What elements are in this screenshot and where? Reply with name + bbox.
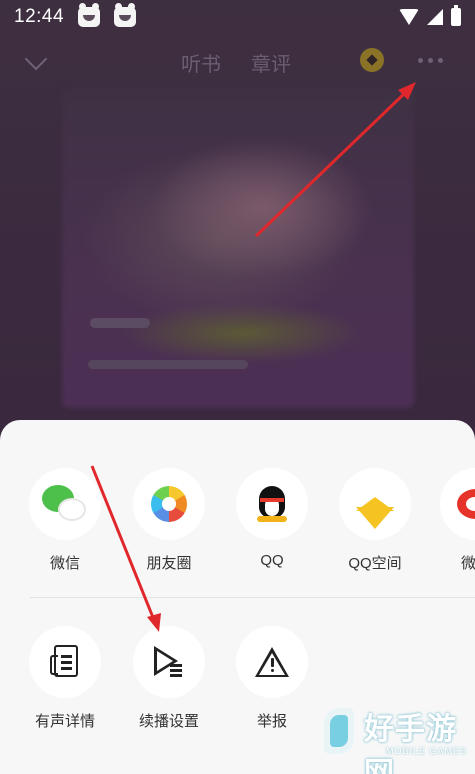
- tab-chapter-review[interactable]: 章评: [251, 48, 291, 77]
- share-qq[interactable]: QQ: [227, 468, 317, 569]
- share-weibo-circle[interactable]: [440, 468, 475, 540]
- share-row: 微信 朋友圈 QQ QQ空间 微: [0, 468, 475, 578]
- share-label: QQ: [260, 552, 284, 569]
- share-label: 朋友圈: [146, 555, 192, 572]
- share-weibo[interactable]: 微: [432, 468, 475, 573]
- signal-icon: [427, 9, 443, 25]
- audio-detail-icon: [50, 645, 80, 679]
- app-notification-icon: [78, 3, 101, 27]
- share-qq-circle[interactable]: [236, 468, 308, 540]
- watermark-logo-icon: [324, 708, 354, 754]
- status-time: 12:44: [14, 6, 65, 27]
- sheet-divider: [30, 597, 475, 598]
- qq-icon: [255, 484, 289, 524]
- share-label: QQ空间: [348, 555, 402, 572]
- more-options-icon[interactable]: [418, 58, 443, 63]
- player-top-nav: 听书 章评: [0, 44, 475, 78]
- share-moments-circle[interactable]: [133, 468, 205, 540]
- watermark-text: 好手游网: [364, 713, 457, 774]
- tab-listen[interactable]: 听书: [181, 48, 221, 77]
- action-audio-detail[interactable]: 有声详情: [20, 626, 110, 731]
- share-qzone[interactable]: QQ空间: [330, 468, 420, 573]
- coin-icon[interactable]: [360, 48, 384, 72]
- share-label: 微信: [49, 555, 80, 572]
- action-label: 举报: [256, 713, 287, 730]
- wifi-icon: [399, 9, 419, 25]
- app-notification-icon: [114, 3, 137, 27]
- site-watermark: 好手游网 MOBILE GAMES: [324, 700, 474, 774]
- share-wechat[interactable]: 微信: [20, 468, 110, 573]
- moments-icon: [151, 486, 187, 522]
- action-continue-play-settings[interactable]: 续播设置: [124, 626, 214, 731]
- share-qzone-circle[interactable]: [339, 468, 411, 540]
- qzone-icon: [356, 497, 394, 529]
- share-moments[interactable]: 朋友圈: [124, 468, 214, 573]
- action-continue-play-circle[interactable]: [133, 626, 205, 698]
- action-report[interactable]: 举报: [227, 626, 317, 731]
- cover-placeholder-line: [88, 360, 248, 369]
- share-label: 微: [461, 555, 475, 572]
- report-warning-icon: [255, 647, 289, 677]
- battery-icon: [451, 5, 461, 26]
- watermark-subtext: MOBILE GAMES: [386, 746, 468, 756]
- wechat-icon: [42, 485, 88, 523]
- action-label: 续播设置: [138, 713, 199, 730]
- share-wechat-circle[interactable]: [29, 468, 101, 540]
- continue-play-settings-icon: [154, 646, 184, 678]
- collapse-chevron-down-icon[interactable]: [24, 47, 48, 71]
- action-report-circle[interactable]: [236, 626, 308, 698]
- cover-placeholder-line: [90, 318, 150, 328]
- weibo-icon: [457, 489, 475, 519]
- action-label: 有声详情: [34, 713, 95, 730]
- status-bar: 12:44: [0, 0, 475, 34]
- player-background: 12:44 听书 章评: [0, 0, 475, 440]
- action-audio-detail-circle[interactable]: [29, 626, 101, 698]
